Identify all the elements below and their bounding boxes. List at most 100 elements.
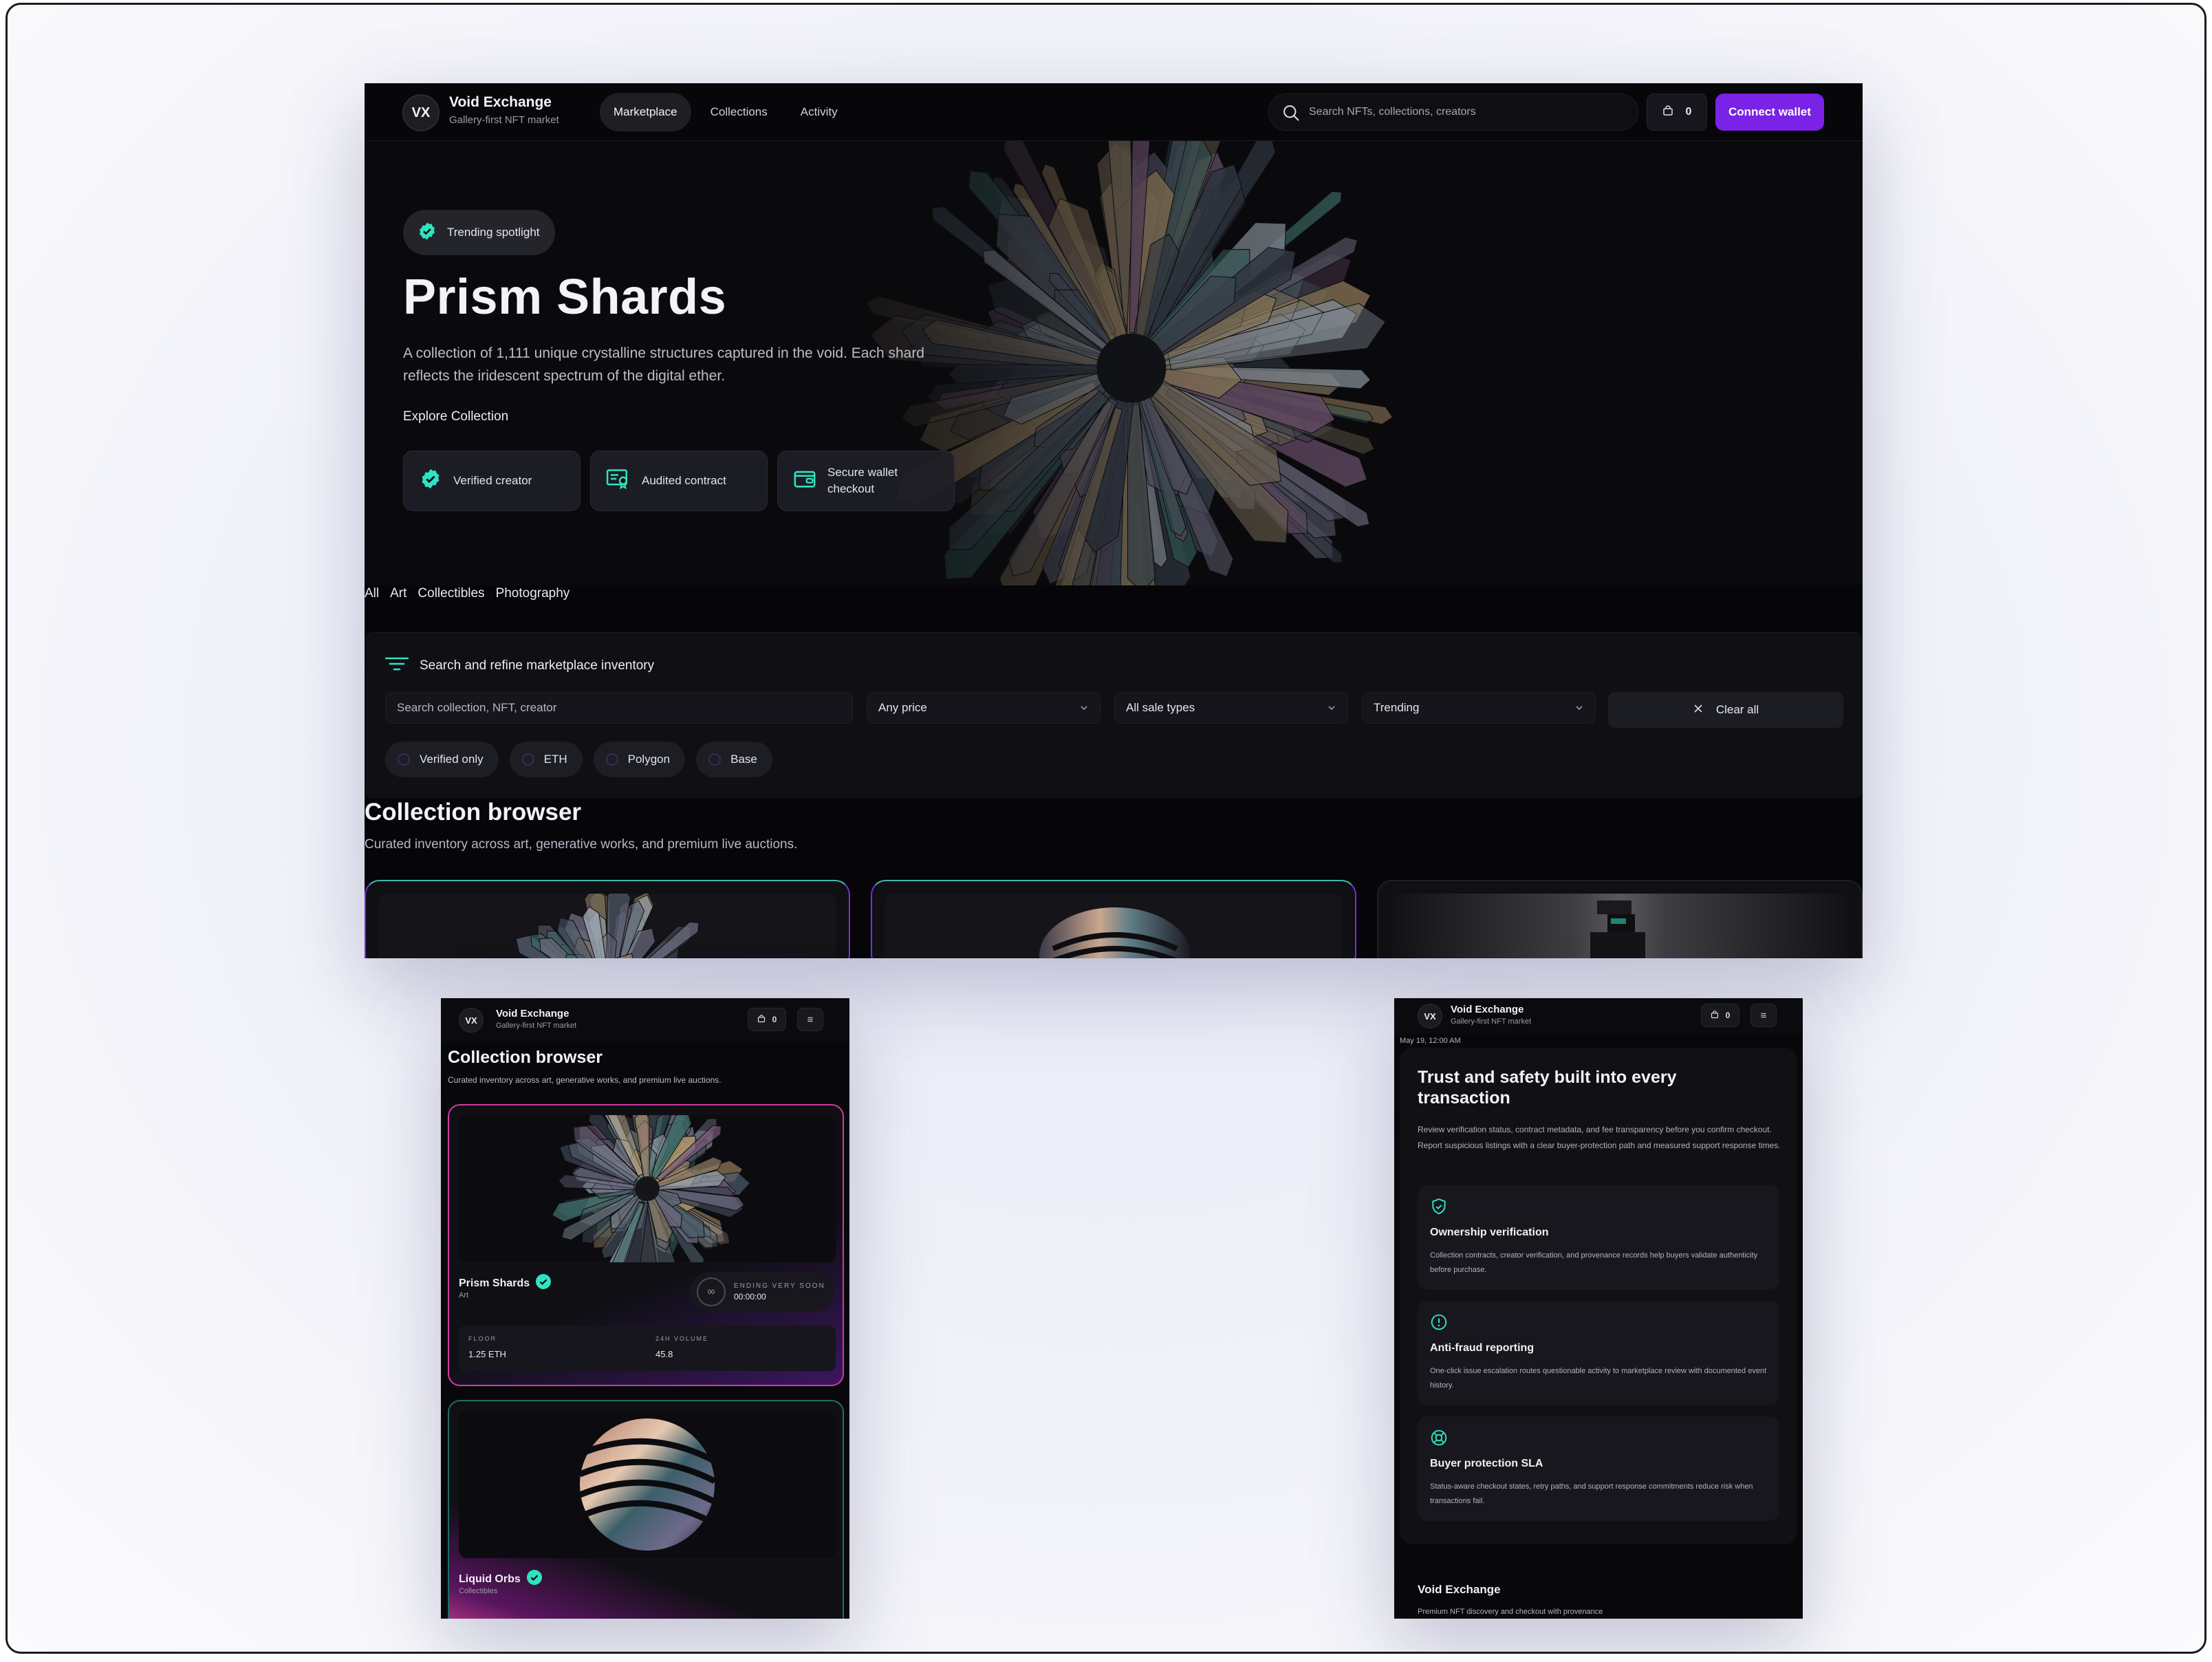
- wallet-icon: [793, 468, 816, 495]
- tab-art[interactable]: Art: [390, 586, 406, 601]
- card-title-label: Prism Shards: [459, 1277, 530, 1289]
- feature-anti-fraud: Anti-fraud reporting One-click issue esc…: [1418, 1301, 1779, 1405]
- chip-base[interactable]: Base: [696, 742, 772, 777]
- verified-badge-icon: [526, 1569, 543, 1589]
- cart-count: 0: [1725, 1011, 1731, 1020]
- logo-badge[interactable]: VX: [402, 94, 440, 131]
- collection-card-liquid-orbs[interactable]: [871, 880, 1356, 958]
- card-category: Art: [459, 1291, 469, 1299]
- hero-title: Prism Shards: [403, 270, 727, 325]
- orb-thumbnail: [1039, 907, 1191, 958]
- price-select[interactable]: Any price: [867, 692, 1100, 724]
- trending-badge: Trending spotlight: [403, 210, 555, 255]
- trust-safety-panel: Trust and safety built into every transa…: [1400, 1048, 1797, 1544]
- hero-description: A collection of 1,111 unique crystalline…: [403, 345, 924, 384]
- collection-card-liquid-orbs[interactable]: Liquid Orbs Collectibles: [448, 1400, 844, 1619]
- card-stats: FLOOR 1.25 ETH 24H VOLUME 45.8: [459, 1326, 836, 1371]
- brand-name: Void Exchange: [496, 1008, 570, 1019]
- brand-tagline: Gallery-first NFT market: [496, 1022, 577, 1030]
- inventory-search-input[interactable]: Search collection, NFT, creator: [385, 692, 853, 724]
- cart-button[interactable]: 0: [1701, 1004, 1739, 1027]
- radio-icon: [521, 753, 534, 766]
- bag-icon: [1711, 1010, 1719, 1021]
- connect-wallet-button[interactable]: Connect wallet: [1715, 94, 1824, 131]
- radio-icon: [398, 753, 410, 766]
- collection-browser-title: Collection browser: [448, 1048, 603, 1067]
- timestamp: May 19, 12:00 AM: [1400, 1037, 1461, 1045]
- stat-floor: FLOOR 1.25 ETH: [468, 1335, 506, 1359]
- bag-icon: [757, 1014, 766, 1025]
- collection-card-sculpture[interactable]: [1377, 880, 1863, 958]
- chevron-down-icon: [1327, 701, 1336, 718]
- filter-chips: Verified only ETH Polygon Base: [385, 742, 772, 777]
- feature-text: One-click issue escalation routes questi…: [1430, 1367, 1767, 1390]
- logo-badge[interactable]: VX: [459, 1008, 484, 1033]
- brand-tagline: Gallery-first NFT market: [449, 114, 559, 126]
- tab-collectibles[interactable]: Collectibles: [418, 586, 484, 601]
- hero-trust-row: Verified creator Audited contract Secure…: [403, 451, 955, 511]
- menu-button[interactable]: ≡: [1750, 1004, 1777, 1027]
- trust-label: Secure wallet checkout: [827, 466, 898, 495]
- feature-ownership-verification: Ownership verification Collection contra…: [1418, 1185, 1779, 1290]
- chevron-down-icon: [1079, 701, 1089, 718]
- stat-volume-value: 45.8: [655, 1349, 673, 1359]
- global-search-input[interactable]: Search NFTs, collections, creators: [1268, 94, 1638, 131]
- logo-badge[interactable]: VX: [1418, 1004, 1442, 1028]
- tab-photography[interactable]: Photography: [496, 586, 570, 601]
- feature-text: Status-aware checkout states, retry path…: [1430, 1482, 1753, 1505]
- timer-label: ENDING VERY SOON: [734, 1282, 825, 1290]
- chip-verified-only[interactable]: Verified only: [385, 742, 499, 777]
- mobile-header: VX Void Exchange Gallery-first NFT marke…: [441, 998, 849, 1042]
- chip-eth[interactable]: ETH: [509, 742, 583, 777]
- search-icon: [1281, 103, 1301, 126]
- clear-all-button[interactable]: Clear all: [1608, 692, 1843, 728]
- trust-title: Trust and safety built into every transa…: [1418, 1068, 1677, 1108]
- auction-timer: 00 ENDING VERY SOON 00:00:00: [690, 1272, 834, 1312]
- nav-link-marketplace[interactable]: Marketplace: [600, 93, 691, 131]
- brand[interactable]: Void Exchange Gallery-first NFT market: [496, 1008, 576, 1030]
- chip-polygon[interactable]: Polygon: [593, 742, 686, 777]
- brand[interactable]: Void Exchange Gallery-first NFT market: [1451, 1004, 1531, 1026]
- nav-link-collections[interactable]: Collections: [697, 93, 781, 131]
- sale-type-select[interactable]: All sale types: [1114, 692, 1348, 724]
- global-search-placeholder: Search NFTs, collections, creators: [1309, 106, 1476, 118]
- tab-all[interactable]: All: [365, 586, 379, 601]
- sort-select[interactable]: Trending: [1362, 692, 1596, 724]
- footer-tagline: Premium NFT discovery and checkout with …: [1418, 1608, 1603, 1616]
- trust-audited-contract: Audited contract: [590, 451, 768, 511]
- radio-icon: [708, 753, 722, 766]
- inventory-search-placeholder: Search collection, NFT, creator: [397, 701, 557, 714]
- mobile-trust-view: VX Void Exchange Gallery-first NFT marke…: [1394, 998, 1803, 1619]
- card-category: Collectibles: [459, 1587, 498, 1595]
- stat-volume: 24H VOLUME 45.8: [655, 1335, 708, 1359]
- lifebuoy-icon: [1430, 1429, 1448, 1450]
- collection-card-prism-shards[interactable]: [365, 880, 850, 958]
- menu-button[interactable]: ≡: [797, 1008, 823, 1031]
- collection-browser-subtitle: Curated inventory across art, generative…: [365, 837, 798, 852]
- verified-badge-icon: [417, 221, 437, 245]
- card-image: [378, 894, 836, 958]
- filter-icon: [384, 656, 409, 676]
- explore-collection-link[interactable]: Explore Collection: [403, 409, 508, 424]
- verified-badge-icon: [535, 1273, 552, 1293]
- crystal-core: [635, 1176, 660, 1201]
- trust-label: Audited contract: [642, 474, 726, 487]
- card-title-label: Liquid Orbs: [459, 1573, 521, 1585]
- timer-ring-icon: 00: [697, 1277, 726, 1306]
- mobile-collection-view: VX Void Exchange Gallery-first NFT marke…: [441, 998, 849, 1619]
- bag-icon: [1662, 105, 1673, 120]
- brand[interactable]: Void Exchange Gallery-first NFT market: [449, 94, 559, 126]
- brand-name: Void Exchange: [1451, 1004, 1524, 1015]
- trust-description: Review verification status, contract met…: [1418, 1125, 1781, 1150]
- feature-buyer-protection: Buyer protection SLA Status-aware checko…: [1418, 1416, 1779, 1521]
- shield-check-icon: [1430, 1198, 1448, 1219]
- nav-link-activity[interactable]: Activity: [787, 93, 852, 131]
- filter-title-label: Search and refine marketplace inventory: [420, 658, 655, 673]
- filter-panel: Search and refine marketplace inventory …: [365, 632, 1863, 799]
- alert-circle-icon: [1430, 1313, 1448, 1335]
- stat-floor-label: FLOOR: [468, 1335, 497, 1342]
- cart-button[interactable]: 0: [748, 1008, 786, 1031]
- filter-title: Search and refine marketplace inventory: [384, 656, 655, 676]
- collection-card-prism-shards[interactable]: Prism Shards Art 00 ENDING VERY SOON 00:…: [448, 1104, 844, 1386]
- cart-button[interactable]: 0: [1647, 94, 1707, 131]
